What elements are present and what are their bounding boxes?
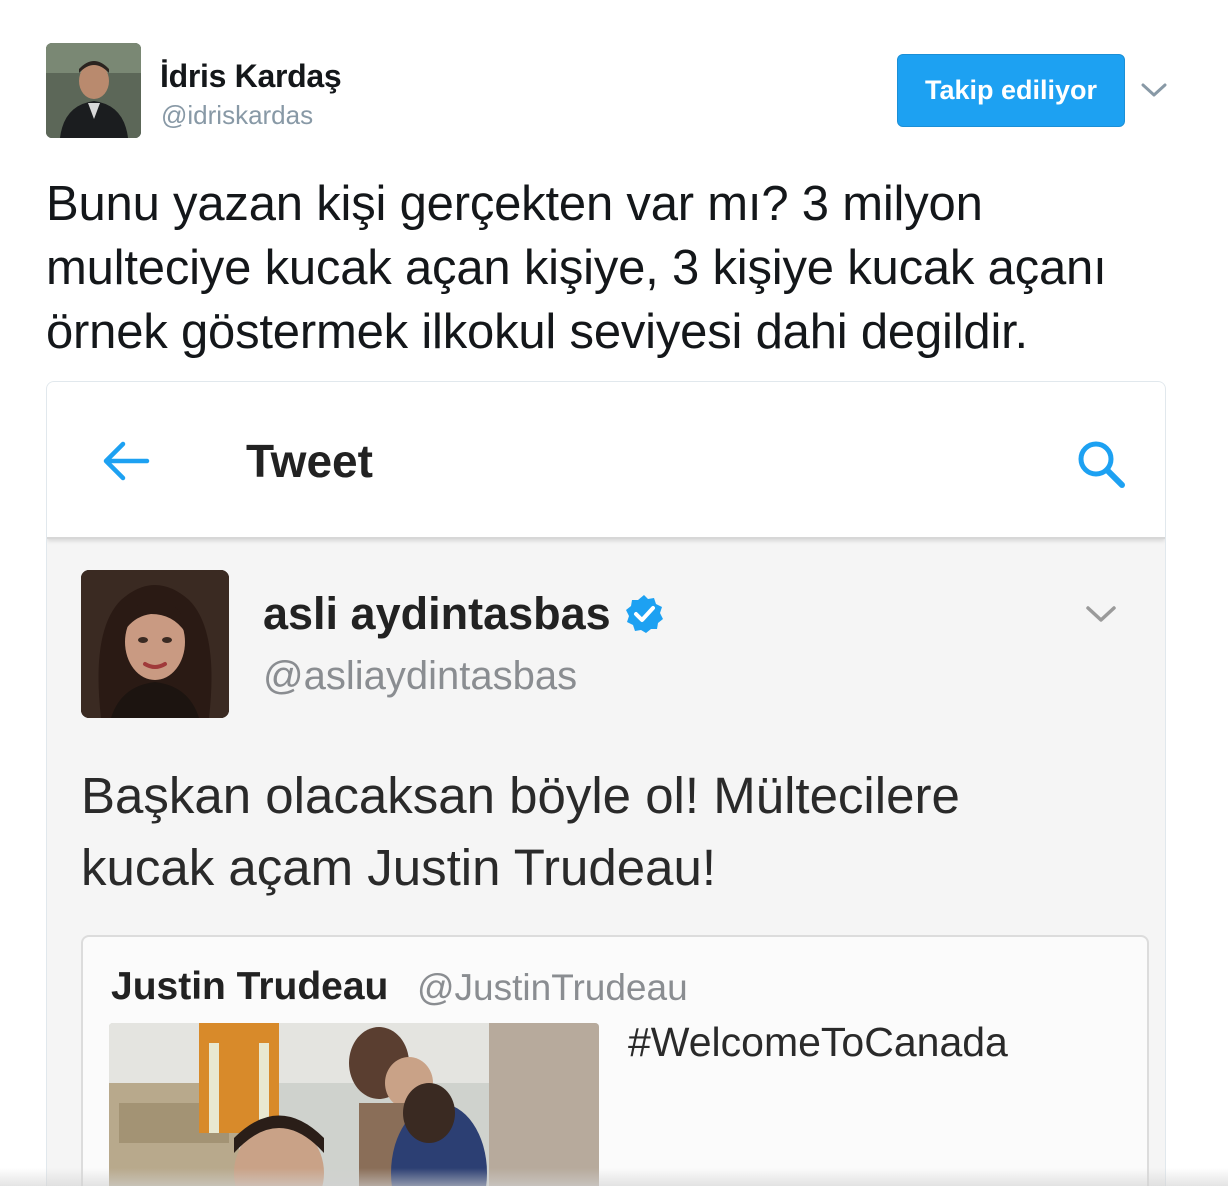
embedded-author-name-text: asli aydintasbas bbox=[263, 588, 611, 639]
author-avatar-image bbox=[46, 43, 141, 138]
chevron-down-icon bbox=[1083, 596, 1119, 632]
author-name[interactable]: İdris Kardaş bbox=[160, 58, 342, 95]
screenshot-app-bar: Tweet bbox=[47, 382, 1165, 539]
following-button[interactable]: Takip ediliyor bbox=[897, 54, 1125, 127]
embedded-author-name: asli aydintasbas bbox=[263, 588, 665, 640]
embedded-tweet-text: Başkan olacaksan böyle ol! Mültecilere k… bbox=[81, 767, 960, 896]
embedded-screenshot[interactable]: Tweet asli aydintasbas @asliaydintasbas … bbox=[46, 381, 1166, 1186]
verified-badge-icon bbox=[623, 593, 665, 635]
arrow-left-icon bbox=[101, 440, 151, 482]
embedded-author-avatar bbox=[81, 570, 229, 718]
quoted-tweet-card: Justin Trudeau @JustinTrudeau #WelcomeTo… bbox=[81, 935, 1149, 1186]
quoted-tweet-photo bbox=[109, 1023, 599, 1186]
tweet-text: Bunu yazan kişi gerçekten var mı? 3 mily… bbox=[46, 177, 1107, 359]
quoted-author-name: Justin Trudeau bbox=[111, 965, 389, 1008]
embedded-author-handle: @asliaydintasbas bbox=[263, 654, 578, 698]
quoted-tweet-text: #WelcomeToCanada bbox=[628, 1019, 1008, 1065]
search-icon bbox=[1075, 438, 1127, 490]
bottom-edge-shadow bbox=[0, 1168, 1228, 1186]
quoted-author-handle: @JustinTrudeau bbox=[417, 967, 688, 1008]
chevron-down-icon[interactable] bbox=[1138, 74, 1170, 106]
screenshot-title: Tweet bbox=[246, 435, 373, 487]
author-avatar[interactable] bbox=[46, 43, 141, 138]
author-handle[interactable]: @idriskardas bbox=[161, 100, 313, 131]
